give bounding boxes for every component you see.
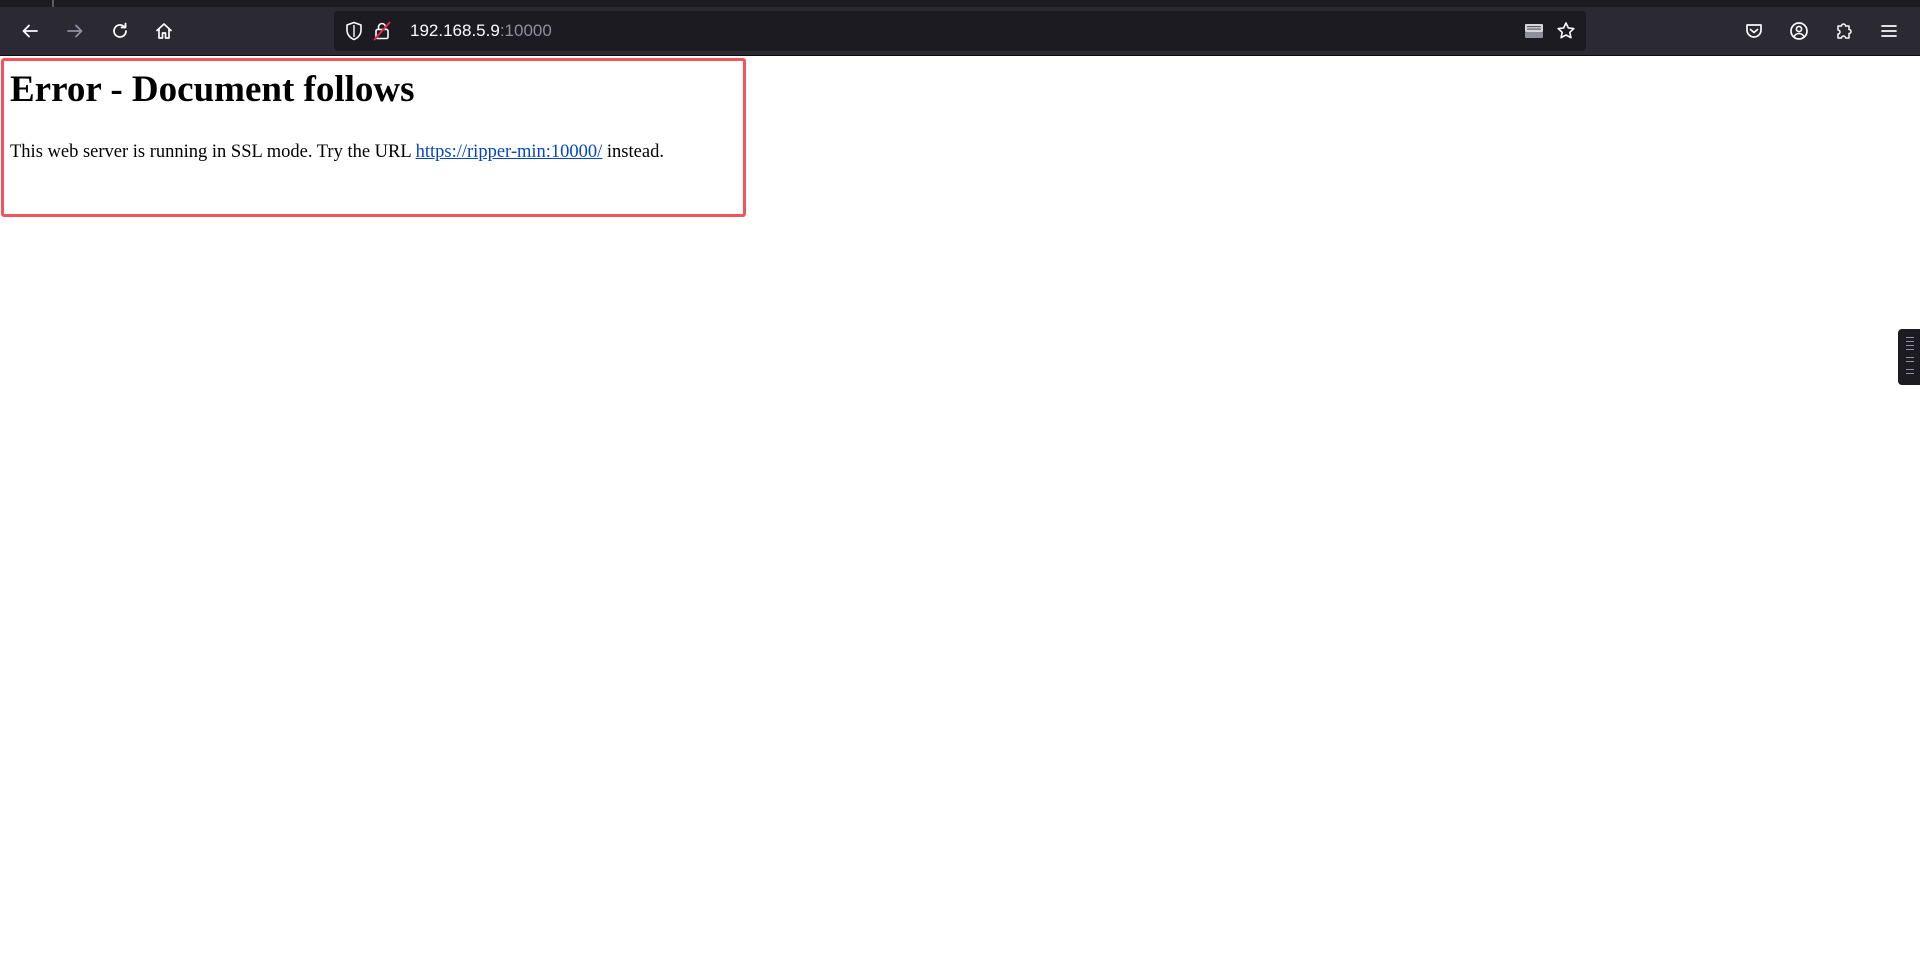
ssl-url-link[interactable]: https://ripper-min:10000/ xyxy=(416,142,603,162)
url-port: :10000 xyxy=(499,21,552,40)
back-button[interactable] xyxy=(12,13,48,49)
handle-grip-line xyxy=(1906,337,1914,338)
home-icon xyxy=(154,21,174,41)
handle-grip-line xyxy=(1906,361,1914,362)
navigation-toolbar: 192.168.5.9:10000 xyxy=(0,7,1920,56)
side-panel-handle[interactable] xyxy=(1898,329,1920,385)
menu-button[interactable] xyxy=(1871,13,1907,49)
reload-icon xyxy=(110,21,130,41)
reader-view-icon[interactable] xyxy=(1522,21,1546,41)
extensions-puzzle-icon xyxy=(1834,21,1854,41)
message-prefix: This web server is running in SSL mode. … xyxy=(10,142,416,162)
handle-grip-line xyxy=(1906,373,1914,374)
forward-arrow-icon xyxy=(65,21,85,41)
page-title: Error - Document follows xyxy=(10,69,415,110)
home-button[interactable] xyxy=(146,13,182,49)
forward-button[interactable] xyxy=(57,13,93,49)
shield-icon[interactable] xyxy=(344,21,364,41)
handle-grip-line xyxy=(1906,341,1914,342)
error-message: This web server is running in SSL mode. … xyxy=(10,140,664,164)
url-text[interactable]: 192.168.5.9:10000 xyxy=(410,20,552,42)
pocket-button[interactable] xyxy=(1736,13,1772,49)
url-host: 192.168.5.9 xyxy=(410,21,500,40)
account-icon xyxy=(1789,21,1809,41)
message-suffix: instead. xyxy=(602,142,664,162)
bookmark-star-icon[interactable] xyxy=(1556,21,1576,41)
tab-strip xyxy=(0,0,1920,7)
handle-grip-line xyxy=(1906,369,1914,370)
handle-grip-line xyxy=(1906,349,1914,350)
back-arrow-icon xyxy=(20,21,40,41)
handle-grip-line xyxy=(1906,357,1914,358)
tab-separator xyxy=(52,0,54,7)
handle-grip-line xyxy=(1906,345,1914,346)
account-button[interactable] xyxy=(1781,13,1817,49)
reload-button[interactable] xyxy=(102,13,138,49)
url-bar[interactable]: 192.168.5.9:10000 xyxy=(334,11,1586,51)
insecure-lock-icon[interactable] xyxy=(372,21,392,41)
hamburger-menu-icon xyxy=(1879,21,1899,41)
extensions-button[interactable] xyxy=(1826,13,1862,49)
pocket-icon xyxy=(1744,21,1764,41)
